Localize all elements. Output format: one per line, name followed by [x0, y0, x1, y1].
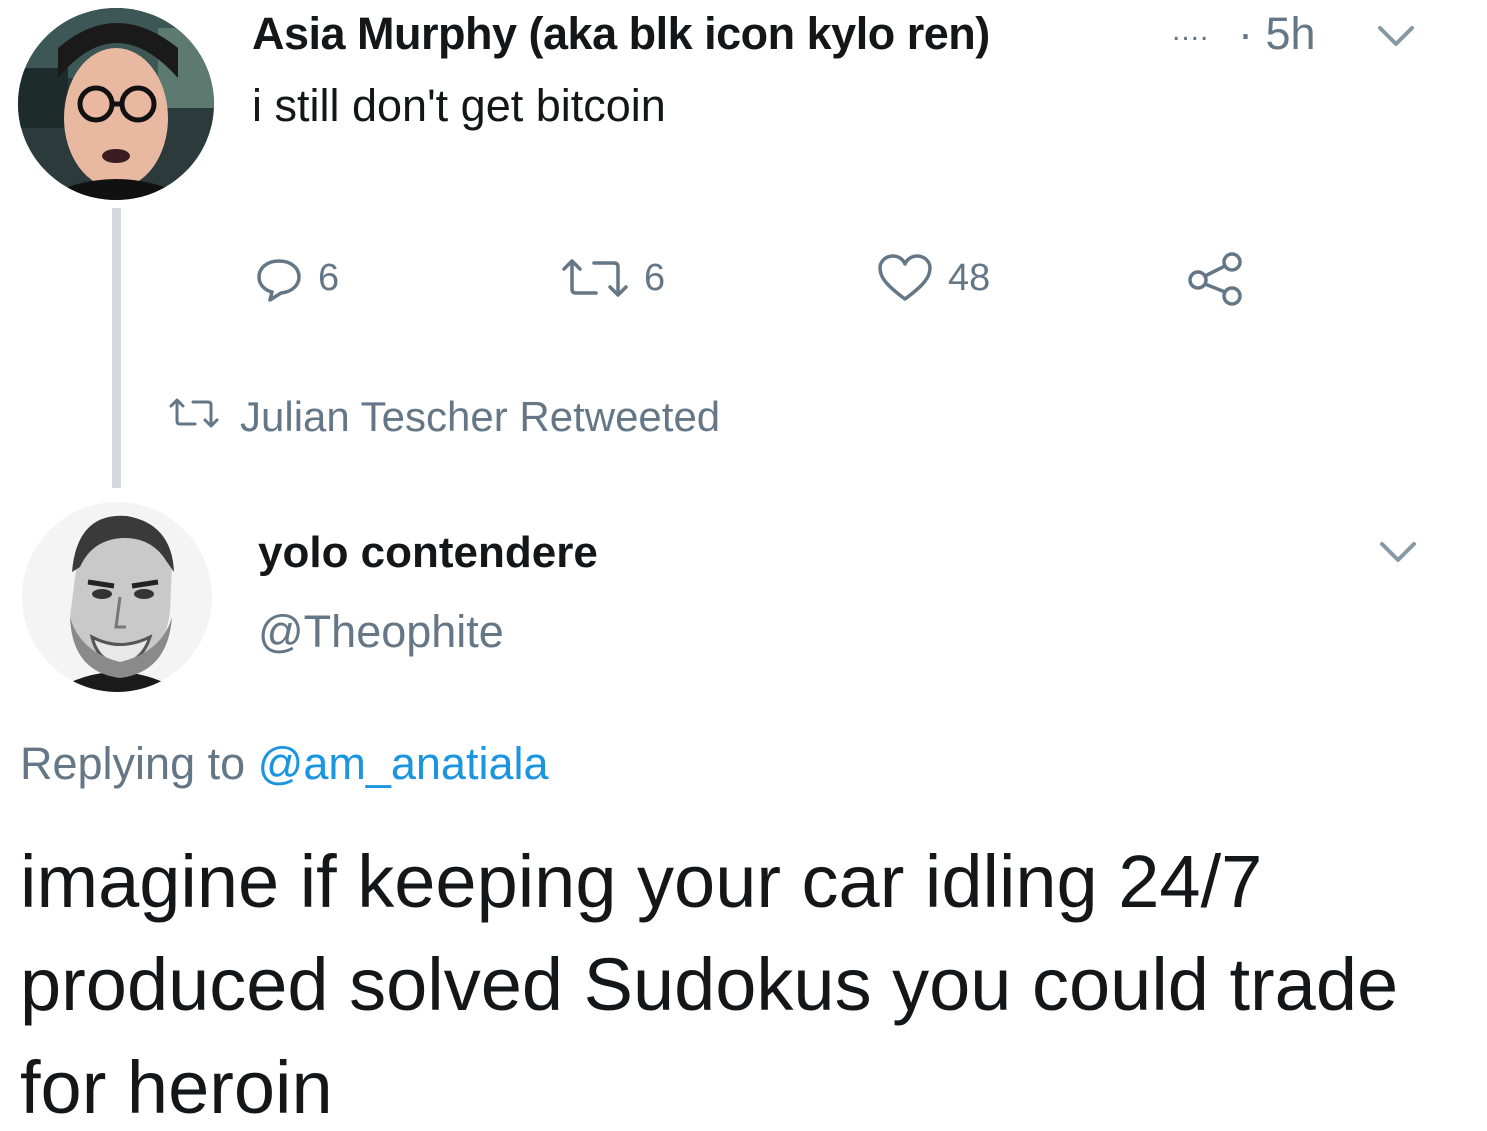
tweet-timestamp[interactable]: · 5h [1238, 8, 1316, 60]
chevron-down-icon[interactable] [1374, 22, 1418, 55]
retweet-count: 6 [644, 256, 666, 299]
avatar-yolo-contendere[interactable] [22, 502, 212, 692]
replying-prefix: Replying to [20, 738, 246, 789]
share-button[interactable] [1186, 250, 1260, 306]
retweet-context[interactable]: Julian Tescher Retweeted [168, 393, 720, 441]
retweet-context-text: Julian Tescher Retweeted [240, 393, 721, 440]
tweet-text: imagine if keeping your car idling 24/7 … [20, 840, 1399, 1129]
retweet-icon [168, 393, 240, 441]
reply-icon [254, 253, 318, 303]
reply-button[interactable]: 6 [254, 250, 339, 306]
replying-mention-link[interactable]: @am_anatiala [258, 738, 549, 789]
author-name[interactable]: Asia Murphy (aka blk icon kylo ren) [252, 8, 990, 60]
author-name[interactable]: yolo contendere [258, 528, 598, 578]
tweet-text: i still don't get bitcoin [252, 80, 666, 131]
retweet-button[interactable]: 6 [560, 250, 665, 306]
like-icon [876, 253, 948, 303]
name-truncation: .... [1172, 14, 1210, 47]
replying-to: Replying to @am_anatiala [20, 738, 549, 790]
thread-line [112, 208, 121, 488]
reply-count: 6 [318, 256, 340, 299]
author-handle[interactable]: @Theophite [258, 606, 504, 658]
share-icon [1186, 250, 1260, 306]
like-button[interactable]: 48 [876, 250, 990, 306]
like-count: 48 [948, 256, 991, 299]
avatar-asia-murphy[interactable] [18, 8, 214, 200]
chevron-down-icon[interactable] [1376, 538, 1420, 571]
retweet-icon [560, 253, 644, 303]
